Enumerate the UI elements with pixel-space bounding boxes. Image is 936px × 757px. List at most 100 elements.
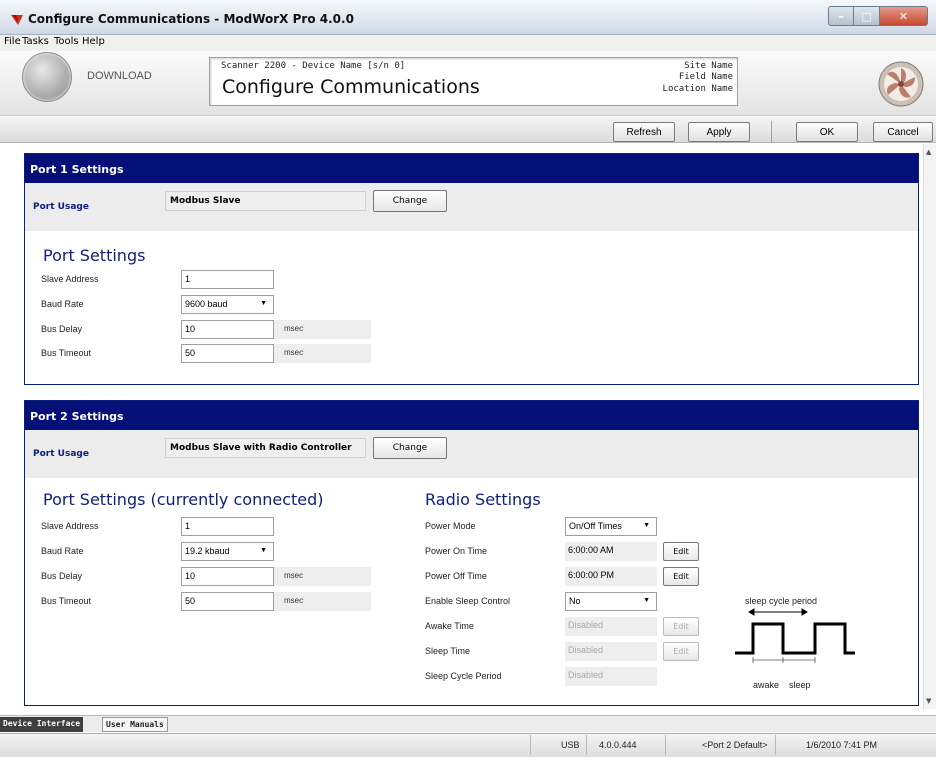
fan-logo-icon [878, 61, 924, 107]
tab-device-interface[interactable]: Device Interface [0, 717, 84, 732]
port2-header: Port 2 Settings [25, 401, 918, 430]
port1-slave-address-input[interactable]: 1 [181, 270, 274, 289]
maximize-button[interactable]: □ [854, 7, 880, 25]
chevron-down-icon: ▼ [260, 300, 267, 307]
scroll-up-icon[interactable]: ▲ [926, 148, 931, 156]
port2-bus-timeout-input[interactable]: 50 [181, 592, 274, 611]
sleep-control-value: No [569, 596, 581, 606]
field-name: Field Name [678, 72, 733, 82]
window-controls: – □ ✕ [828, 6, 928, 26]
status-separator [665, 735, 666, 755]
diagram-title: sleep cycle period [745, 596, 818, 606]
awake-time-value: Disabled [565, 617, 657, 636]
port1-baud-rate-select[interactable]: 9600 baud ▼ [181, 295, 274, 314]
port1-bus-delay-label: Bus Delay [41, 324, 83, 334]
sleep-cycle-period-label: Sleep Cycle Period [425, 671, 502, 681]
minimize-button[interactable]: – [829, 7, 855, 25]
port2-usage-label: Port Usage [33, 449, 89, 459]
port1-baud-rate-label: Baud Rate [41, 299, 84, 309]
cancel-button[interactable]: Cancel [873, 122, 933, 142]
port2-bus-timeout-unit: msec [274, 592, 371, 611]
port2-baud-rate-select[interactable]: 19.2 kbaud ▼ [181, 542, 274, 561]
sleep-control-select[interactable]: No ▼ [565, 592, 657, 611]
power-on-time-value: 6:00:00 AM [565, 542, 657, 561]
power-on-edit-button[interactable]: Edit [663, 542, 699, 561]
menu-file[interactable]: File [4, 36, 21, 47]
scroll-down-icon[interactable]: ▼ [926, 697, 931, 705]
port1-usage-value: Modbus Slave [165, 191, 366, 211]
awake-time-label: Awake Time [425, 621, 474, 631]
port1-settings-title: Port Settings [43, 246, 146, 265]
menu-tasks[interactable]: Tasks [22, 36, 49, 47]
chevron-down-icon: ▼ [643, 597, 650, 604]
port1-bus-delay-input[interactable]: 10 [181, 320, 274, 339]
status-datetime: 1/6/2010 7:41 PM [806, 740, 878, 750]
status-port: <Port 2 Default> [702, 740, 768, 750]
port2-bus-timeout-label: Bus Timeout [41, 596, 92, 606]
menu-bar: File Tasks Tools Help [0, 35, 936, 51]
ok-button[interactable]: OK [796, 122, 858, 142]
sleep-control-label: Enable Sleep Control [425, 596, 511, 606]
port2-bus-delay-input[interactable]: 10 [181, 567, 274, 586]
vertical-scrollbar[interactable]: ▲ ▼ [923, 144, 936, 709]
port2-slave-address-input[interactable]: 1 [181, 517, 274, 536]
port2-usage-row: Modbus Slave with Radio Controller Port … [25, 430, 918, 478]
power-off-edit-button[interactable]: Edit [663, 567, 699, 586]
window-title: Configure Communications - ModWorX Pro 4… [28, 12, 354, 26]
download-label[interactable]: DOWNLOAD [87, 70, 152, 82]
sleep-time-value: Disabled [565, 642, 657, 661]
apply-button[interactable]: Apply [688, 122, 750, 142]
port2-settings-title: Port Settings (currently connected) [43, 490, 324, 509]
port2-bus-delay-label: Bus Delay [41, 571, 83, 581]
tab-user-manuals[interactable]: User Manuals [102, 717, 168, 732]
chevron-down-icon: ▼ [643, 522, 650, 529]
status-separator [775, 735, 776, 755]
power-off-time-value: 6:00:00 PM [565, 567, 657, 586]
sleep-time-label: Sleep Time [425, 646, 471, 656]
site-name: Site Name [684, 61, 733, 71]
port1-bus-delay-unit: msec [274, 320, 371, 339]
port1-bus-timeout-unit: msec [274, 344, 371, 363]
power-mode-value: On/Off Times [569, 521, 622, 531]
power-mode-select[interactable]: On/Off Times ▼ [565, 517, 657, 536]
menu-help[interactable]: Help [82, 36, 105, 47]
port2-baud-rate-value: 19.2 kbaud [185, 546, 230, 556]
refresh-button[interactable]: Refresh [613, 122, 675, 142]
sleep-time-edit-button[interactable]: Edit [663, 642, 699, 661]
port1-baud-rate-value: 9600 baud [185, 299, 228, 309]
port1-slave-address-label: Slave Address [41, 274, 99, 284]
page-title: Configure Communications [222, 76, 480, 98]
port2-usage-value: Modbus Slave with Radio Controller [165, 438, 366, 458]
menu-tools[interactable]: Tools [54, 36, 79, 47]
toolbar-separator [771, 121, 772, 143]
port1-bus-timeout-input[interactable]: 50 [181, 344, 274, 363]
download-button[interactable] [22, 52, 72, 102]
awake-time-edit-button[interactable]: Edit [663, 617, 699, 636]
sleep-cycle-diagram [735, 608, 855, 663]
app-logo-icon [11, 15, 23, 25]
port1-usage-row: Port Usage Modbus Slave Change [25, 183, 918, 231]
power-off-time-label: Power Off Time [425, 571, 487, 581]
chevron-down-icon: ▼ [260, 547, 267, 554]
port2-baud-rate-label: Baud Rate [41, 546, 84, 556]
diagram-sleep-label: sleep [789, 680, 811, 690]
port2-bus-delay-unit: msec [274, 567, 371, 586]
port1-usage-label: Port Usage [33, 202, 89, 212]
close-button[interactable]: ✕ [879, 7, 927, 25]
sleep-cycle-period-value: Disabled [565, 667, 657, 686]
status-connection: USB [561, 740, 580, 750]
port1-section: Port 1 Settings Port Usage Modbus Slave … [24, 153, 919, 385]
status-version: 4.0.0.444 [599, 740, 637, 750]
status-separator [530, 735, 531, 755]
radio-settings-title: Radio Settings [425, 490, 541, 509]
status-separator [586, 735, 587, 755]
port1-change-button[interactable]: Change [373, 190, 447, 212]
device-name: Scanner 2200 - Device Name [s/n 0] [221, 61, 406, 71]
port2-change-button[interactable]: Change [373, 437, 447, 459]
port2-slave-address-label: Slave Address [41, 521, 99, 531]
power-on-time-label: Power On Time [425, 546, 488, 556]
port1-bus-timeout-label: Bus Timeout [41, 348, 92, 358]
location-name: Location Name [662, 84, 733, 94]
diagram-awake-label: awake [753, 680, 780, 690]
status-bar [0, 733, 936, 757]
